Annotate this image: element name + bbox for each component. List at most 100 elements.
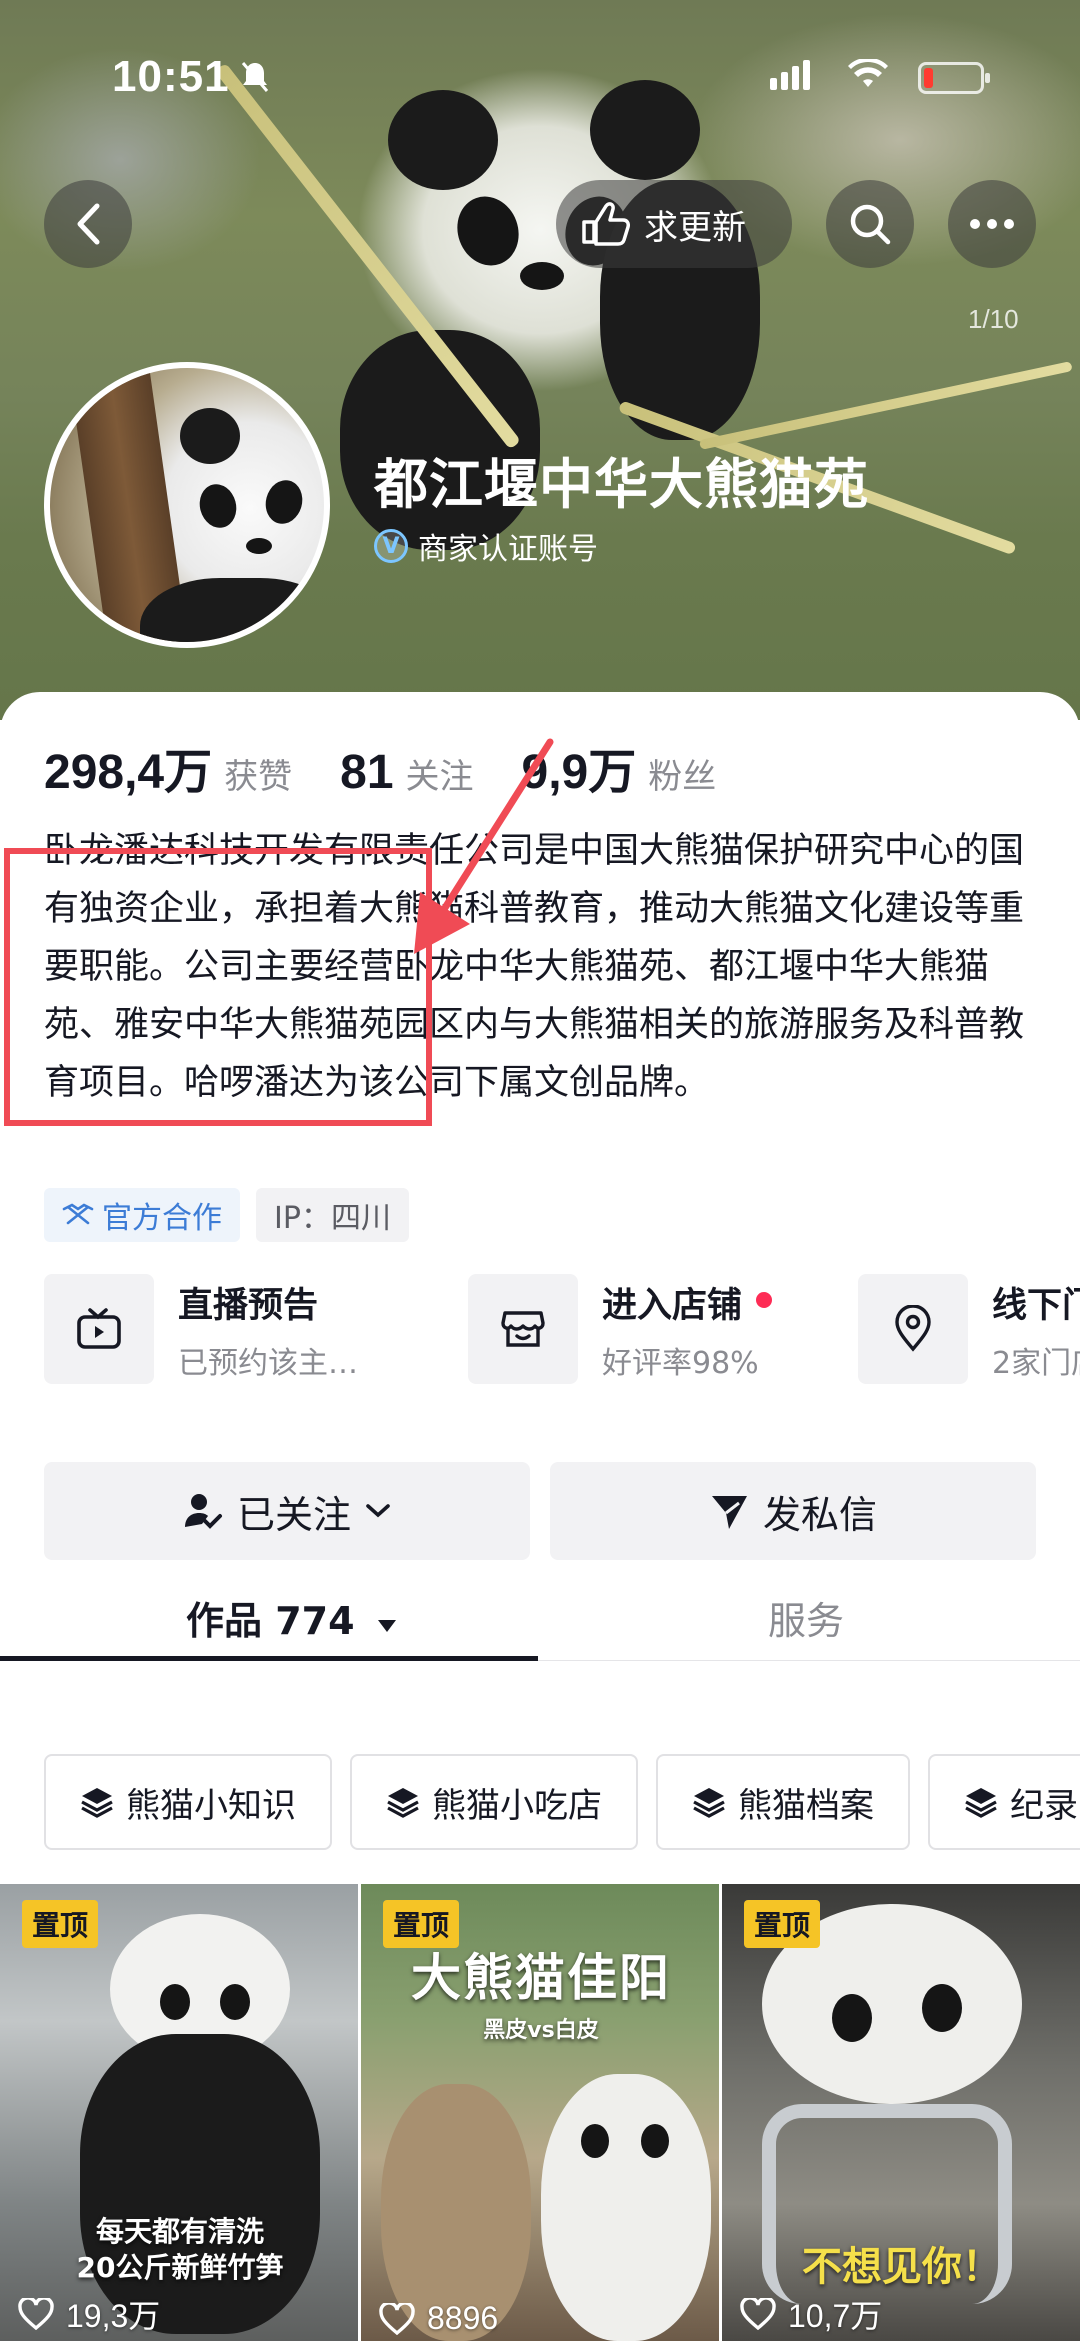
live-preview-subtitle: 已预约该主…: [178, 1345, 358, 1381]
status-time: 10:51: [112, 52, 230, 101]
shop-title: 进入店铺: [602, 1285, 743, 1326]
thumb-panda-eye: [220, 1984, 250, 2020]
send-message-label: 发私信: [762, 1492, 877, 1537]
collection-chips: 熊猫小知识 熊猫小吃店 熊猫档案 纪录: [44, 1754, 1080, 1850]
heart-icon: [379, 2302, 415, 2335]
back-button[interactable]: [44, 180, 132, 268]
tab-works-label: 作品 774: [186, 1599, 355, 1643]
avatar-panda-nose: [246, 538, 272, 554]
layers-icon: [693, 1788, 725, 1818]
video-likes: 8896: [379, 2300, 498, 2337]
collection-panda-knowledge[interactable]: 熊猫小知识: [44, 1754, 332, 1850]
video-thumbnail[interactable]: 置顶 大熊猫佳阳 黑皮vs白皮 8896: [361, 1884, 719, 2341]
pinned-badge: 置顶: [744, 1900, 821, 1948]
following-button[interactable]: 已关注: [44, 1462, 530, 1560]
request-update-button[interactable]: 求更新: [556, 180, 792, 268]
video-likes-count: 19,3万: [66, 2298, 161, 2334]
thumb-panda-eye: [581, 2124, 609, 2158]
wifi-icon: [848, 56, 888, 100]
ip-location-label: IP：四川: [274, 1201, 391, 1236]
following-count[interactable]: 81: [340, 745, 393, 800]
following-button-label: 已关注: [236, 1492, 351, 1537]
offline-store-shortcut[interactable]: 线下门 2家门店: [858, 1274, 1080, 1384]
shop-notification-dot: [756, 1292, 772, 1308]
thumb-panda-body: [80, 2034, 320, 2334]
banner-panda-eye-left: [447, 187, 529, 275]
avatar[interactable]: [44, 362, 330, 648]
collection-documentary[interactable]: 纪录: [928, 1754, 1080, 1850]
banner-panda-nose: [520, 262, 564, 290]
video-thumbnail[interactable]: 置顶 每天都有清洗 20公斤新鲜竹笋 19,3万: [0, 1884, 358, 2341]
caret-down-icon: [377, 1620, 396, 1632]
collection-label: 熊猫小知识: [126, 1785, 296, 1826]
video-likes: 10,7万: [740, 2291, 882, 2337]
collection-label: 纪录: [1010, 1785, 1078, 1826]
collection-label: 熊猫档案: [738, 1785, 874, 1826]
live-preview-shortcut[interactable]: 直播预告 已预约该主…: [44, 1274, 358, 1384]
video-caption: 不想见你！: [802, 2244, 1002, 2290]
tab-works[interactable]: 作品 774: [186, 1590, 398, 1645]
shop-shortcut[interactable]: 进入店铺 好评率98%: [468, 1274, 759, 1384]
mute-bell-icon: [240, 60, 270, 102]
profile-banner[interactable]: 10:51 求更新 1/10 都江堰中华大熊猫苑 V 商家认证账号: [0, 0, 1080, 720]
collection-panda-archive[interactable]: 熊猫档案: [656, 1754, 910, 1850]
annotation-highlight-box: [4, 848, 432, 1126]
video-likes-count: 8896: [427, 2300, 499, 2336]
shop-subtitle: 好评率98%: [602, 1345, 759, 1381]
offline-store-title: 线下门: [992, 1285, 1080, 1326]
search-icon: [850, 204, 891, 245]
video-title: 大熊猫佳阳: [411, 1949, 671, 2007]
likes-label[interactable]: 获赞: [224, 749, 292, 798]
verification-label: V 商家认证账号: [374, 524, 598, 568]
bamboo-stalk: [698, 361, 1073, 450]
thumb-panda-eye: [160, 1984, 190, 2020]
banner-page-indicator: 1/10: [968, 304, 1019, 334]
tv-icon: [44, 1274, 154, 1384]
profile-card: 298,4万 获赞 81 关注 9,9万 粉丝 卧龙潘达科技开发有限责任公司是中…: [0, 692, 1080, 2341]
chevron-down-icon: [366, 1504, 390, 1518]
avatar-panda-eye: [260, 476, 308, 528]
official-cooperation-label: 官方合作: [102, 1201, 222, 1236]
service-shortcuts: 直播预告 已预约该主… 进入店铺 好评率98% 线下门 2家门店: [0, 1262, 1080, 1392]
tab-active-indicator: [0, 1656, 538, 1661]
tab-service[interactable]: 服务: [768, 1590, 844, 1645]
ip-location-tag: IP：四川: [256, 1188, 409, 1242]
paper-plane-icon: [711, 1496, 747, 1529]
layers-icon: [387, 1788, 419, 1818]
live-preview-title: 直播预告: [178, 1285, 319, 1326]
likes-count[interactable]: 298,4万: [44, 732, 212, 802]
shop-icon: [468, 1274, 578, 1384]
verified-badge-icon: V: [374, 529, 408, 563]
thumb-panda-eye: [832, 1994, 872, 2042]
content-tabs: 作品 774 服务: [0, 1572, 1080, 1662]
more-options-button[interactable]: [948, 180, 1036, 268]
followers-label[interactable]: 粉丝: [648, 749, 716, 798]
heart-icon: [18, 2298, 54, 2330]
request-update-label: 求更新: [644, 207, 746, 248]
video-grid: 置顶 每天都有清洗 20公斤新鲜竹笋 19,3万 置顶 大熊猫佳阳 黑皮vs白皮…: [0, 1884, 1080, 2341]
profile-tags: 官方合作 IP：四川: [44, 1188, 409, 1242]
collection-label: 熊猫小吃店: [432, 1785, 602, 1826]
video-subtitle: 黑皮vs白皮: [483, 2018, 599, 2043]
back-arrow-icon: [77, 203, 100, 245]
more-dots-icon: [970, 219, 1014, 229]
heart-icon: [740, 2298, 776, 2330]
search-button[interactable]: [826, 180, 914, 268]
video-likes-count: 10,7万: [788, 2298, 883, 2334]
avatar-panda-ear: [180, 408, 240, 464]
avatar-panda-eye: [194, 480, 242, 532]
annotation-arrow-icon: [414, 738, 554, 954]
status-bar: 10:51: [0, 0, 1080, 150]
video-likes: 19,3万: [18, 2291, 160, 2337]
cellular-signal-icon: [770, 60, 814, 90]
profile-actions: 已关注 发私信: [44, 1462, 1036, 1560]
official-cooperation-tag[interactable]: 官方合作: [44, 1188, 240, 1242]
layers-icon: [965, 1788, 997, 1818]
layers-icon: [81, 1788, 113, 1818]
collection-panda-snack[interactable]: 熊猫小吃店: [350, 1754, 638, 1850]
video-thumbnail[interactable]: 置顶 不想见你！ 10,7万: [722, 1884, 1080, 2341]
thumb-panda-eye: [922, 1984, 962, 2032]
send-message-button[interactable]: 发私信: [550, 1462, 1036, 1560]
video-caption: 每天都有清洗 20公斤新鲜竹笋: [76, 2215, 284, 2284]
user-check-icon: [184, 1494, 222, 1529]
